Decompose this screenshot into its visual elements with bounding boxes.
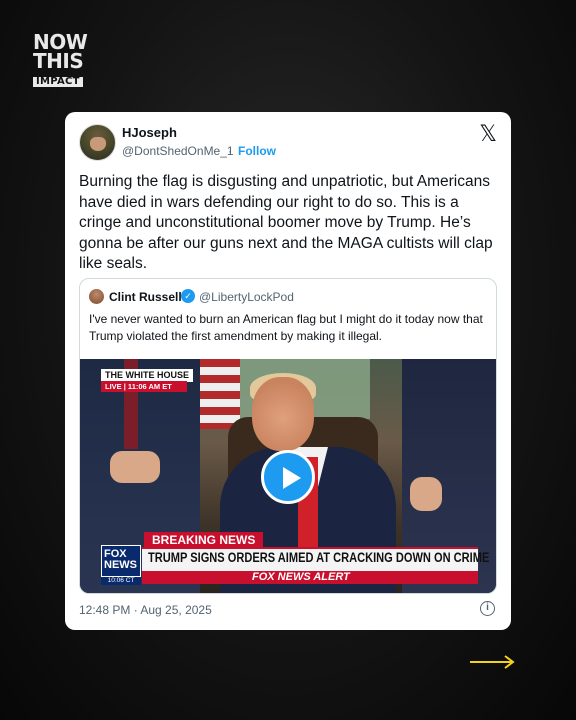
person-right-hands — [410, 477, 442, 511]
separator-dot: · — [228, 144, 232, 158]
user-display-name[interactable]: HJoseph — [122, 125, 177, 140]
quoted-tweet-text: I've never wanted to burn an American fl… — [89, 312, 483, 343]
american-flag — [198, 359, 240, 429]
video-thumbnail[interactable]: THE WHITE HOUSE LIVE | 11:06 AM ET BREAK… — [80, 359, 496, 593]
speaker-head — [252, 377, 314, 451]
fox-news-logo: FOX NEWS — [101, 545, 141, 577]
tweet-text: Burning the flag is disgusting and unpat… — [79, 173, 493, 272]
nowthis-impact-logo: NOW THIS IMPACT — [33, 32, 95, 87]
person-left-hands — [110, 451, 160, 483]
fox-news-alert-label: FOX NEWS ALERT — [252, 571, 350, 583]
breaking-news-label: BREAKING NEWS — [144, 532, 264, 548]
tweet-card[interactable]: HJoseph @DontShedOnMe_1 · Follow 𝕏 Burni… — [65, 112, 511, 630]
quoted-user-avatar[interactable] — [89, 289, 104, 304]
brand-line-2: THIS — [33, 49, 84, 73]
quoted-tweet[interactable]: Clint Russell ✓ @LibertyLockPod I've nev… — [79, 278, 497, 594]
info-icon[interactable]: i — [480, 601, 495, 616]
channel-time: 10:06 CT — [101, 577, 141, 585]
live-label: LIVE | 11:06 AM ET — [101, 381, 187, 392]
quoted-user-handle[interactable]: @LibertyLockPod — [199, 290, 294, 304]
tweet-timestamp[interactable]: 12:48 PM · Aug 25, 2025 — [79, 603, 212, 617]
play-button-icon[interactable] — [261, 450, 315, 504]
brand-line-3: IMPACT — [33, 77, 83, 87]
x-logo-icon[interactable]: 𝕏 — [479, 122, 497, 147]
verified-badge-icon: ✓ — [181, 289, 195, 303]
follow-button[interactable]: Follow — [238, 144, 276, 158]
user-handle[interactable]: @DontShedOnMe_1 — [122, 144, 234, 158]
quoted-user-name[interactable]: Clint Russell — [109, 290, 182, 304]
user-avatar[interactable] — [79, 124, 116, 161]
news-headline: TRUMP SIGNS ORDERS AIMED AT CRACKING DOW… — [148, 550, 490, 565]
arrow-right-icon[interactable] — [468, 654, 516, 670]
